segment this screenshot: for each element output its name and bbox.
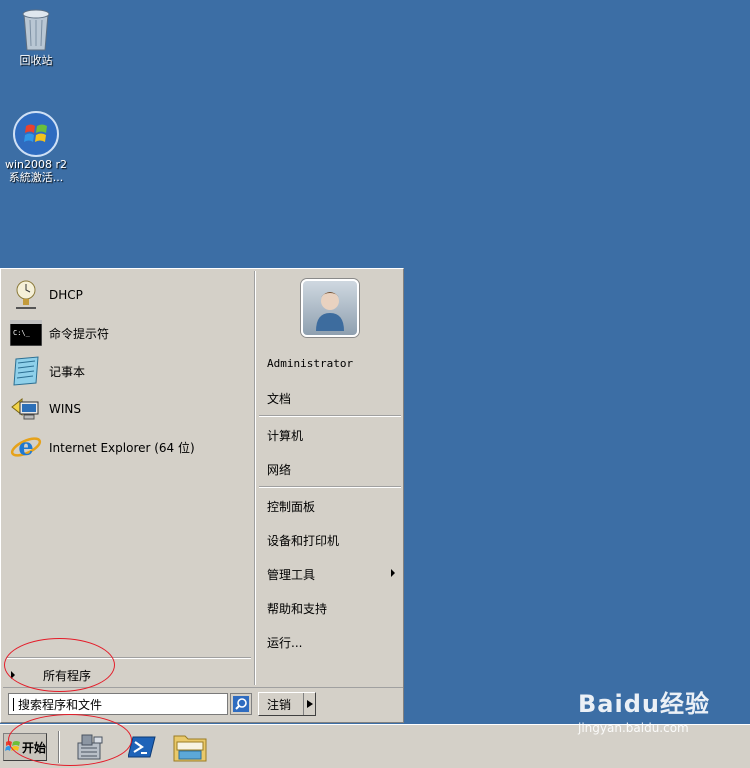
divider xyxy=(7,657,251,659)
cmd-icon: C:\_ xyxy=(9,316,43,350)
pinned-programs-pane: DHCP C:\_ 命令提示符 记事本 WINS e Internet Expl… xyxy=(3,271,253,685)
search-button[interactable] xyxy=(230,693,252,715)
devices-printers-link[interactable]: 设备和打印机 xyxy=(267,532,339,549)
watermark-sub-text: jingyan.baidu.com xyxy=(578,721,689,735)
notepad-icon xyxy=(9,354,43,388)
search-icon xyxy=(233,696,249,712)
divider xyxy=(259,415,401,417)
svg-text:e: e xyxy=(18,432,33,461)
explorer-button[interactable] xyxy=(172,729,208,765)
logoff-button[interactable]: 注销 xyxy=(258,692,316,716)
start-button[interactable]: 开始 xyxy=(3,733,47,761)
svg-text:C:\_: C:\_ xyxy=(13,329,31,337)
watermark-main-text: Baidu经验 xyxy=(578,690,710,718)
win2008-label-line2: 系統激活... xyxy=(8,171,64,184)
arrow-right-icon xyxy=(11,671,15,679)
user-name-link[interactable]: Administrator xyxy=(267,357,353,370)
win2008-label-line1: win2008 r2 xyxy=(4,158,68,171)
program-label: WINS xyxy=(49,402,81,416)
search-placeholder: 搜索程序和文件 xyxy=(18,697,103,712)
search-input[interactable]: 搜索程序和文件 xyxy=(8,693,228,715)
all-programs-button[interactable]: 所有程序 xyxy=(11,665,91,685)
arrow-right-icon xyxy=(306,700,313,708)
windows-logo-icon xyxy=(5,741,20,751)
baidu-watermark: Baidu经验 jingyan.baidu.com xyxy=(578,684,710,735)
program-item-ie[interactable]: e Internet Explorer (64 位) xyxy=(9,429,249,465)
recycle-bin-shortcut[interactable]: 回收站 xyxy=(0,6,72,67)
win2008-shortcut[interactable]: win2008 r2 系統激活... xyxy=(0,110,72,184)
divider xyxy=(259,486,401,488)
windows-orb-icon xyxy=(13,111,59,157)
server-manager-icon xyxy=(77,734,103,760)
start-menu-bottom-bar: 搜索程序和文件 注销 xyxy=(3,687,403,721)
user-picture-icon xyxy=(316,292,344,331)
program-label: Internet Explorer (64 位) xyxy=(49,440,195,455)
server-manager-button[interactable] xyxy=(72,729,108,765)
computer-link[interactable]: 计算机 xyxy=(267,427,303,444)
shutdown-options-arrow[interactable] xyxy=(303,693,315,715)
user-avatar[interactable] xyxy=(301,279,359,337)
powershell-button[interactable] xyxy=(124,729,160,765)
start-label: 开始 xyxy=(22,740,47,755)
help-support-link[interactable]: 帮助和支持 xyxy=(267,600,327,617)
recycle-bin-icon xyxy=(22,9,50,51)
documents-link[interactable]: 文档 xyxy=(267,390,291,407)
start-menu: DHCP C:\_ 命令提示符 记事本 WINS e Internet Expl… xyxy=(0,268,404,723)
program-item-wins[interactable]: WINS xyxy=(9,391,249,427)
all-programs-label: 所有程序 xyxy=(43,668,92,683)
divider xyxy=(58,731,60,763)
dhcp-icon xyxy=(9,278,43,312)
recycle-bin-label: 回收站 xyxy=(19,54,53,67)
wins-icon xyxy=(9,392,43,426)
logoff-label: 注销 xyxy=(267,697,292,712)
ie-icon: e xyxy=(9,430,43,464)
submenu-arrow-icon xyxy=(391,569,395,577)
run-link[interactable]: 运行... xyxy=(267,634,302,651)
explorer-icon xyxy=(173,735,207,762)
text-cursor xyxy=(13,697,14,711)
powershell-icon xyxy=(128,736,156,758)
pane-divider xyxy=(254,271,256,685)
admin-tools-link[interactable]: 管理工具 xyxy=(267,566,315,583)
program-item-cmd[interactable]: C:\_ 命令提示符 xyxy=(9,315,249,351)
program-label: 命令提示符 xyxy=(49,326,110,341)
control-panel-link[interactable]: 控制面板 xyxy=(267,498,315,515)
program-item-dhcp[interactable]: DHCP xyxy=(9,277,249,313)
system-links-pane: Administrator 文档 计算机 网络 控制面板 设备和打印机 管理工具… xyxy=(257,271,403,685)
network-link[interactable]: 网络 xyxy=(267,461,291,478)
program-label: 记事本 xyxy=(49,364,86,379)
program-label: DHCP xyxy=(49,288,83,302)
program-item-notepad[interactable]: 记事本 xyxy=(9,353,249,389)
